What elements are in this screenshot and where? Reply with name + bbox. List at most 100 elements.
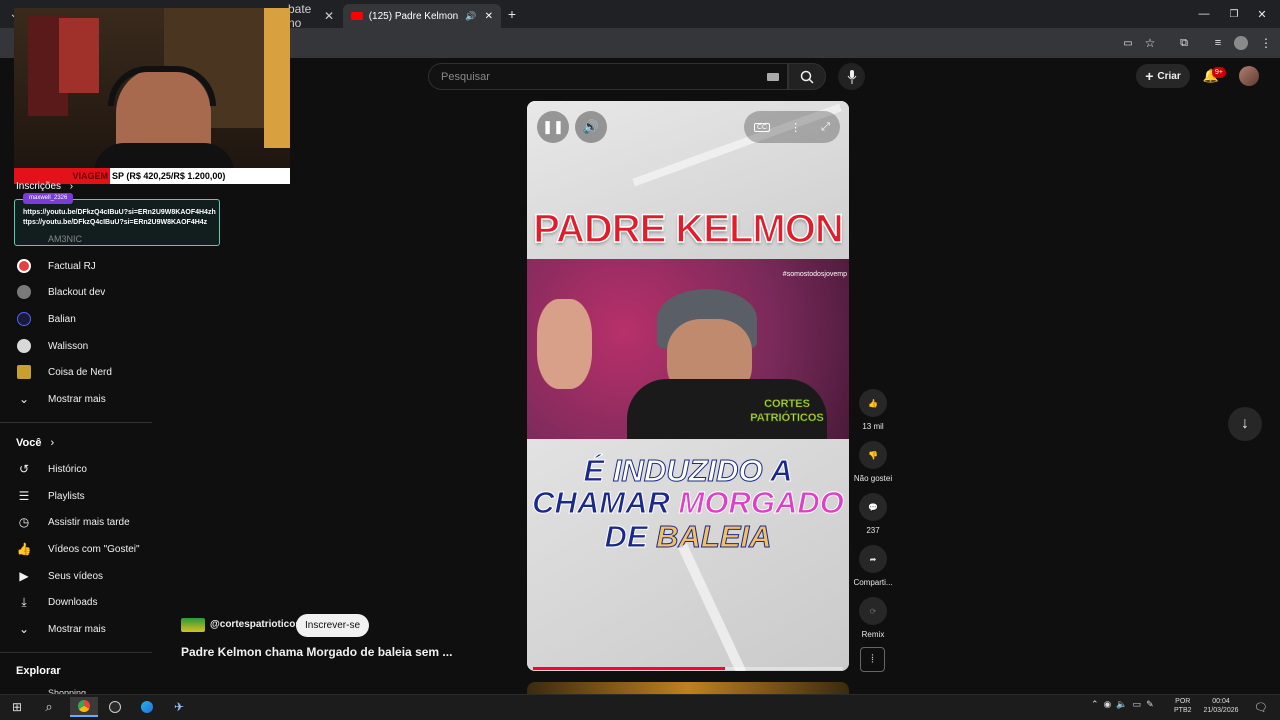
windows-taskbar — [0, 694, 1280, 720]
audio-waveform-button[interactable]: ⦙ — [860, 647, 885, 672]
extensions-icon[interactable]: ⧉ — [1176, 35, 1192, 51]
ticker-right: SP (R$ 420,25/R$ 1.200,00) — [110, 168, 290, 184]
waveform-icon: ⦙ — [871, 653, 874, 665]
taskbar-steam-icon[interactable]: ✈ — [168, 697, 190, 717]
sidebar-item-liked-videos[interactable]: 👍 Vídeos com "Gostei" — [16, 536, 156, 562]
sidebar-sub-coisa-de-nerd[interactable]: Coisa de Nerd — [16, 359, 156, 385]
like-button[interactable]: 👍 13 mil — [853, 389, 893, 431]
system-tray: ⌃ ◉ 🔈 ▭ ✎ — [1091, 699, 1154, 710]
language-indicator[interactable]: POR PTB2 — [1174, 697, 1192, 715]
subscriptions-header[interactable]: Inscrições › — [16, 181, 73, 192]
network-icon[interactable]: ▭ — [1133, 699, 1142, 710]
comments-button[interactable]: 💬 237 — [853, 493, 893, 535]
caption-line-2: CHAMAR MORGADO — [527, 485, 849, 521]
sidebar-item-label: Playlists — [48, 490, 85, 502]
comments-count: 237 — [866, 526, 880, 535]
volume-button[interactable]: 🔊 — [575, 111, 607, 143]
captions-icon[interactable]: CC — [754, 122, 771, 132]
sidebar-sub-walisson[interactable]: Walisson — [16, 333, 156, 359]
voice-search-button[interactable] — [838, 63, 865, 90]
progress-fill — [533, 667, 726, 670]
cast-icon[interactable]: ▭ — [1120, 35, 1136, 51]
search-icon — [800, 70, 814, 84]
sidebar-show-more-you[interactable]: ⌄ Mostrar mais — [16, 616, 156, 642]
taskbar-chrome[interactable] — [70, 697, 98, 717]
sidebar-sub-balian[interactable]: Balian — [16, 306, 156, 332]
clock[interactable]: 00:04 21/03/2026 — [1200, 697, 1242, 715]
close-icon[interactable]: ✕ — [324, 9, 334, 23]
chevron-up-icon[interactable]: ⌃ — [1091, 699, 1099, 710]
subscribe-button[interactable]: Inscrever-se — [296, 614, 369, 637]
share-label: Comparti... — [853, 578, 893, 587]
minimize-icon[interactable]: — — [1196, 6, 1212, 22]
pause-button[interactable]: ❚❚ — [537, 111, 569, 143]
search-box[interactable]: Pesquisar — [428, 63, 788, 90]
player-controls-group: CC ⋮ ⤢ — [744, 111, 840, 143]
next-video-button[interactable]: ↓ — [1228, 407, 1262, 441]
history-icon: ↺ — [18, 462, 30, 476]
notification-center-icon[interactable]: 🗨 — [1250, 697, 1272, 717]
search-input[interactable]: Pesquisar — [441, 71, 490, 83]
restore-icon[interactable]: ❐ — [1226, 6, 1242, 22]
caption-word: É — [583, 453, 605, 489]
sidebar-item-label: Assistir mais tarde — [48, 516, 130, 528]
create-button[interactable]: + Criar — [1136, 64, 1190, 88]
divider — [0, 422, 152, 423]
video-frame: #somostodosjovemp CORTES PATRIÓTICOS — [527, 259, 849, 439]
sidebar-item-playlists[interactable]: ☰ Playlists — [16, 483, 156, 509]
close-window-icon[interactable]: ✕ — [1254, 6, 1270, 22]
sidebar-item-label: Mostrar mais — [48, 393, 106, 405]
sidebar-sub-blackout-dev[interactable]: Blackout dev — [16, 279, 156, 305]
profile-avatar[interactable] — [1234, 36, 1248, 50]
progress-track[interactable] — [533, 667, 843, 670]
shorts-video-player[interactable]: PADRE KELMON #somostodosjovemp CORTES PA… — [527, 101, 849, 671]
taskbar-edge[interactable] — [136, 697, 158, 717]
share-button[interactable]: ➦ Comparti... — [853, 545, 893, 587]
sidebar-item-watch-later[interactable]: ◷ Assistir mais tarde — [16, 509, 156, 535]
you-header[interactable]: Você › — [16, 437, 54, 449]
taskbar-search-icon[interactable]: ⌕ — [38, 697, 60, 717]
close-icon[interactable]: ✕ — [485, 11, 493, 22]
like-count: 13 mil — [862, 422, 884, 431]
speaker-icon[interactable]: 🔊 — [465, 11, 476, 22]
bookmark-star-icon[interactable]: ☆ — [1142, 35, 1158, 51]
taskbar-obs[interactable] — [104, 697, 126, 717]
share-icon: ➦ — [859, 545, 887, 573]
dislike-button[interactable]: 👎 Não gostei — [853, 441, 893, 483]
sidebar-item-your-videos[interactable]: ▶ Seus vídeos — [16, 563, 156, 589]
remix-button[interactable]: ⟳ Remix — [853, 597, 893, 639]
keyboard-icon[interactable] — [767, 73, 779, 81]
new-tab-button[interactable]: + — [504, 6, 520, 22]
sidebar-hidden-item[interactable]: AM3NIC — [48, 234, 82, 244]
tab-active[interactable]: (125) Padre Kelmon chama 🔊 ✕ — [343, 4, 501, 28]
sidebar-item-downloads[interactable]: ⤓ Downloads — [16, 589, 156, 615]
shirt — [94, 143, 234, 168]
volume-icon[interactable]: 🔈 — [1116, 699, 1127, 710]
plus-icon: + — [1145, 68, 1154, 84]
menu-kebab-icon[interactable]: ⋮ — [1258, 35, 1274, 51]
video-title[interactable]: Padre Kelmon chama Morgado de baleia sem… — [181, 645, 452, 659]
sidebar-sub-factual-rj[interactable]: Factual RJ — [16, 253, 156, 279]
download-icon: ⤓ — [21, 594, 27, 609]
channel-avatar-icon — [16, 258, 32, 274]
search-button[interactable] — [788, 63, 826, 90]
arrow-down-icon: ↓ — [1241, 415, 1249, 432]
caption-word: BALEIA — [656, 519, 772, 555]
chevron-right-icon: › — [69, 181, 74, 192]
channel-avatar[interactable] — [181, 618, 205, 632]
pen-icon[interactable]: ✎ — [1146, 699, 1154, 710]
caption-word: CHAMAR — [532, 485, 671, 521]
sidebar-item-history[interactable]: ↺ Histórico — [16, 456, 156, 482]
lang-bottom: PTB2 — [1174, 707, 1192, 714]
tab-label: bate no — [288, 2, 312, 30]
media-control-icon[interactable]: ≡ — [1210, 35, 1226, 51]
more-options-icon[interactable]: ⋮ — [790, 121, 801, 134]
edge-icon — [141, 701, 153, 713]
channel-handle[interactable]: @cortespatrioticos — [210, 619, 301, 630]
antivirus-icon[interactable]: ◉ — [1104, 699, 1112, 710]
windows-start-icon[interactable]: ⊞ — [6, 697, 28, 717]
sidebar-show-more-subs[interactable]: ⌄ Mostrar mais — [16, 386, 156, 412]
account-avatar[interactable] — [1239, 66, 1259, 86]
obs-icon — [109, 701, 121, 713]
fullscreen-icon[interactable]: ⤢ — [821, 121, 830, 134]
